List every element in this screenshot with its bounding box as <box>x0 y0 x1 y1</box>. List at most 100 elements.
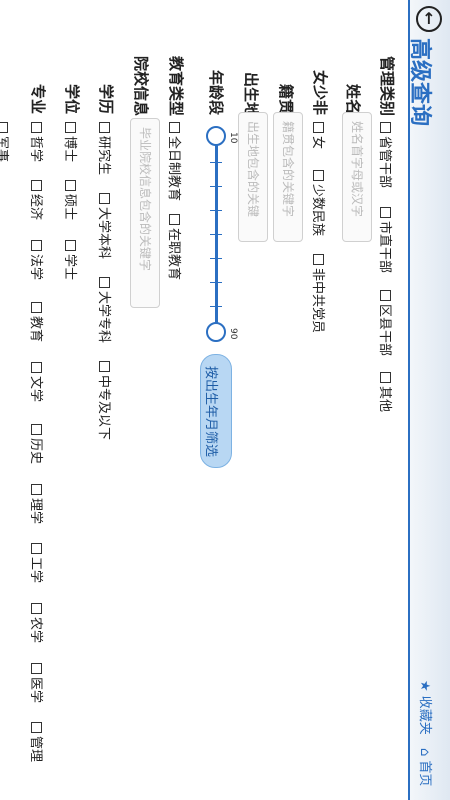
checkbox-box[interactable] <box>313 254 324 265</box>
page-title: 高级查询 <box>407 38 432 127</box>
checkbox-box[interactable] <box>31 180 42 191</box>
slider-tick <box>210 306 222 307</box>
home-button[interactable]: ⌂ 首页 <box>417 748 436 786</box>
age-max-label: 90 <box>228 328 238 340</box>
home-icon: ⌂ <box>417 748 432 757</box>
checkbox-college[interactable]: 大学专科 <box>96 277 115 343</box>
checkbox-label: 历史 <box>28 438 43 465</box>
checkbox-box[interactable] <box>65 240 76 251</box>
checkbox-bachelor[interactable]: 大学本科 <box>96 193 115 259</box>
checkbox-parttime[interactable]: 在职教育 <box>166 214 185 280</box>
slider-tick <box>210 186 222 187</box>
checkbox-box[interactable] <box>380 372 391 383</box>
checkbox-box[interactable] <box>99 361 110 372</box>
filter-by-birth-label: 按出生年月筛选 <box>203 366 218 458</box>
native-input[interactable]: 籍贯包含的关键字 <box>273 112 303 242</box>
checkbox-management[interactable]: 管理 <box>28 722 47 762</box>
checkbox-label: 法学 <box>28 254 43 281</box>
checkbox-label: 硕士 <box>62 194 77 221</box>
checkbox-label: 理学 <box>28 498 43 525</box>
checkbox-label: 大学本科 <box>96 207 111 260</box>
checkbox-box[interactable] <box>31 240 42 251</box>
checkbox-engineering[interactable]: 工学 <box>28 543 47 583</box>
native-label: 籍贯 <box>277 84 295 115</box>
favorites-button[interactable]: ★ 收藏夹 <box>417 680 436 735</box>
school-label: 院校信息 <box>132 56 150 117</box>
checkbox-box[interactable] <box>31 122 42 133</box>
checkbox-label: 少数民族 <box>310 184 325 237</box>
checkbox-box[interactable] <box>313 170 324 181</box>
checkbox-master[interactable]: 硕士 <box>62 180 81 220</box>
major-label: 专业 <box>29 84 47 115</box>
checkbox-box[interactable] <box>0 122 8 133</box>
checkbox-military[interactable]: 军事 <box>0 122 13 162</box>
checkbox-label: 医学 <box>28 677 43 704</box>
checkbox-history[interactable]: 历史 <box>28 424 47 464</box>
back-button[interactable]: ↑ <box>416 6 442 32</box>
slider-tick <box>210 282 222 283</box>
checkbox-box[interactable] <box>31 603 42 614</box>
checkbox-agriculture[interactable]: 农学 <box>28 603 47 643</box>
checkbox-secondary[interactable]: 中专及以下 <box>96 361 115 440</box>
slider-tick <box>210 210 222 211</box>
checkbox-bachelor-degree[interactable]: 学士 <box>62 240 81 280</box>
checkbox-science[interactable]: 理学 <box>28 484 47 524</box>
checkbox-doctor[interactable]: 博士 <box>62 122 81 162</box>
age-slider-min-handle[interactable] <box>206 126 226 146</box>
checkbox-box[interactable] <box>169 214 180 225</box>
management-label: 管理类别 <box>378 56 396 117</box>
checkbox-box[interactable] <box>65 180 76 191</box>
special-label: 女少非 <box>311 70 329 116</box>
checkbox-box[interactable] <box>31 424 42 435</box>
checkbox-label: 在职教育 <box>166 228 181 281</box>
checkbox-label: 农学 <box>28 617 43 644</box>
checkbox-box[interactable] <box>380 290 391 301</box>
checkbox-non-party[interactable]: 非中共党员 <box>310 254 329 333</box>
checkbox-box[interactable] <box>99 277 110 288</box>
name-input[interactable]: 姓名首字母或汉字 <box>342 112 372 242</box>
checkbox-province[interactable]: 省管干部 <box>377 122 396 188</box>
checkbox-label: 哲学 <box>28 136 43 163</box>
checkbox-other[interactable]: 其他 <box>377 372 396 412</box>
checkbox-postgrad[interactable]: 研究生 <box>96 122 115 175</box>
checkbox-county[interactable]: 区县干部 <box>377 290 396 356</box>
school-input[interactable]: 毕业院校信息包含的关键字 <box>130 118 160 308</box>
checkbox-label: 研究生 <box>96 136 111 176</box>
checkbox-box[interactable] <box>380 122 391 133</box>
checkbox-label: 工学 <box>28 557 43 584</box>
checkbox-literature[interactable]: 文学 <box>28 362 47 402</box>
name-label: 姓名 <box>344 84 362 115</box>
checkbox-label: 博士 <box>62 136 77 163</box>
checkbox-box[interactable] <box>65 122 76 133</box>
checkbox-label: 中专及以下 <box>96 375 111 441</box>
checkbox-box[interactable] <box>31 543 42 554</box>
education-label: 学历 <box>97 84 115 115</box>
checkbox-label: 文学 <box>28 376 43 403</box>
birthplace-input[interactable]: 出生地包含的关键 <box>238 112 268 242</box>
checkbox-fulltime[interactable]: 全日制教育 <box>166 122 185 201</box>
checkbox-box[interactable] <box>31 362 42 373</box>
checkbox-box[interactable] <box>313 122 324 133</box>
checkbox-box[interactable] <box>31 663 42 674</box>
slider-tick <box>210 234 222 235</box>
checkbox-box[interactable] <box>99 122 110 133</box>
checkbox-medicine[interactable]: 医学 <box>28 663 47 703</box>
favorites-label: 收藏夹 <box>417 695 432 735</box>
checkbox-box[interactable] <box>31 302 42 313</box>
checkbox-box[interactable] <box>31 484 42 495</box>
home-label: 首页 <box>417 760 432 787</box>
checkbox-economics[interactable]: 经济 <box>28 180 47 220</box>
checkbox-box[interactable] <box>31 722 42 733</box>
checkbox-minority[interactable]: 少数民族 <box>310 170 329 236</box>
degree-label: 学位 <box>63 84 81 115</box>
age-slider-max-handle[interactable] <box>206 322 226 342</box>
checkbox-box[interactable] <box>169 122 180 133</box>
checkbox-label: 省管干部 <box>377 136 392 189</box>
checkbox-box[interactable] <box>380 207 391 218</box>
checkbox-education[interactable]: 教育 <box>28 302 47 342</box>
checkbox-philosophy[interactable]: 哲学 <box>28 122 47 162</box>
checkbox-law[interactable]: 法学 <box>28 240 47 280</box>
checkbox-city[interactable]: 市直干部 <box>377 207 396 273</box>
checkbox-female[interactable]: 女 <box>310 122 329 149</box>
checkbox-box[interactable] <box>99 193 110 204</box>
